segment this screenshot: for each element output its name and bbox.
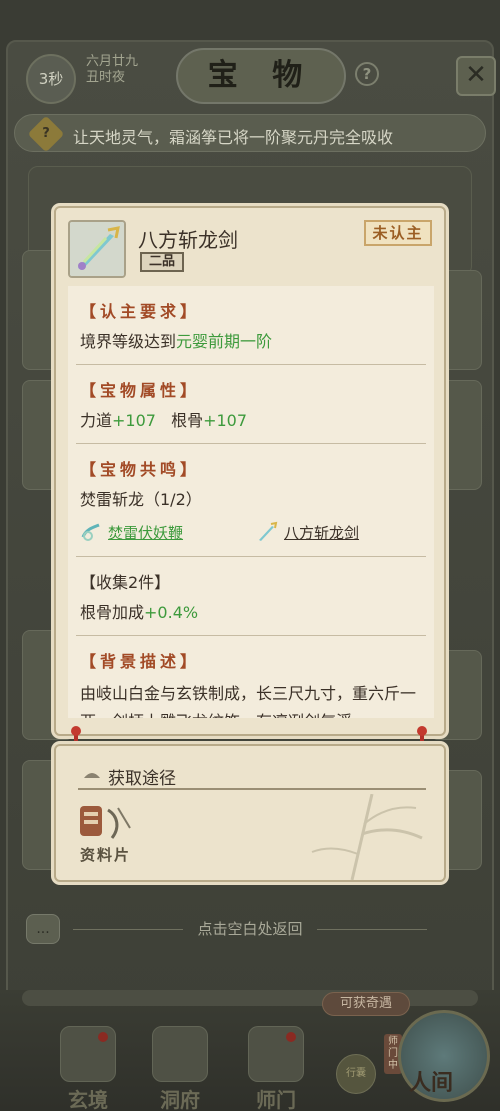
section-title: 【背景描述】 — [80, 652, 201, 671]
dongfu-icon — [152, 1026, 208, 1082]
divider — [78, 788, 426, 790]
attributes-section: 【宝物属性】 力道+107 根骨+107 — [76, 365, 426, 444]
requirement-line: 境界等级达到元婴前期一阶 — [80, 332, 273, 351]
bind-status-badge: 未认主 — [364, 220, 432, 246]
game-date: 六月廿九 丑时夜 — [86, 54, 138, 86]
section-title: 【宝物属性】 — [80, 381, 201, 400]
top-bar: 3秒 六月廿九 丑时夜 宝 物 ? ✕ — [8, 44, 496, 106]
set-pieces: 焚雷伏妖鞭 八方斩龙剑 — [80, 518, 422, 546]
nav-item-xuanjing[interactable]: 玄境 — [48, 1026, 128, 1111]
section-title: 【收集2件】 — [80, 573, 171, 592]
section-title: 【认主要求】 — [80, 302, 201, 321]
bottom-nav: 可获奇遇 玄境 洞府 师门 行囊 师门中 人间 — [0, 990, 500, 1111]
close-button[interactable]: ✕ — [456, 56, 496, 96]
set-piece-link[interactable]: 焚雷伏妖鞭 — [80, 521, 246, 543]
collection-bonus: 根骨加成+0.4% — [80, 603, 199, 622]
resonance-section: 【宝物共鸣】 焚雷斩龙（1/2） 焚雷伏妖鞭 八方斩龙剑 — [76, 444, 426, 557]
grade-badge: 二品 — [140, 252, 184, 272]
background-section: 【背景描述】 由岐山白金与玄铁制成，长三尺九寸，重六斤一两，剑柄上雕飞龙纹饰，有… — [76, 636, 426, 718]
obtain-pill[interactable]: 可获奇遇 — [322, 992, 410, 1016]
background-text: 由岐山白金与玄铁制成，长三尺九寸，重六斤一两，剑柄上雕飞龙纹饰，有凛冽剑气浮 — [80, 684, 417, 718]
scroll-icon — [84, 773, 100, 778]
notification-dot — [286, 1032, 296, 1042]
collection-section: 【收集2件】 根骨加成+0.4% — [76, 557, 426, 636]
bag-button[interactable]: 行囊 — [336, 1054, 376, 1094]
set-piece-link[interactable]: 八方斩龙剑 — [256, 521, 422, 543]
item-name: 八方斩龙剑 — [138, 228, 238, 252]
section-title: 【宝物共鸣】 — [80, 460, 201, 479]
nav-item-shimen[interactable]: 师门 — [236, 1026, 316, 1111]
date-line-1: 六月廿九 — [86, 54, 139, 69]
sword-icon — [259, 521, 278, 541]
source-title: 获取途径 — [108, 769, 176, 789]
treasure-detail-card: 八方斩龙剑 二品 未认主 【认主要求】 境界等级达到元婴前期一阶 【宝物属性】 … — [54, 206, 446, 736]
notice-banner: ? 让天地灵气，霜涵筝已将一阶聚元丹完全吸收 — [14, 114, 486, 153]
world-button[interactable]: 人间 — [398, 1010, 490, 1102]
bamboo-decoration — [311, 794, 423, 880]
notification-dot — [98, 1032, 108, 1042]
sword-icon — [68, 220, 126, 278]
back-hint[interactable]: 点击空白处返回 — [0, 918, 500, 939]
set-name: 焚雷斩龙（1/2） — [80, 490, 202, 509]
item-details-scroll[interactable]: 【认主要求】 境界等级达到元婴前期一阶 【宝物属性】 力道+107 根骨+107… — [68, 286, 434, 718]
notice-icon: ? — [27, 115, 65, 153]
attributes-line: 力道+107 根骨+107 — [80, 411, 248, 430]
requirement-section: 【认主要求】 境界等级达到元婴前期一阶 — [76, 286, 426, 365]
source-card: 获取途径 资料片 — [54, 744, 446, 882]
timer-badge: 3秒 — [26, 54, 76, 104]
page-title: 宝 物 — [176, 48, 346, 104]
nav-item-dongfu[interactable]: 洞府 — [140, 1026, 220, 1111]
source-item[interactable]: 资料片 — [78, 802, 138, 872]
source-item-label: 资料片 — [80, 846, 132, 864]
notice-text: 让天地灵气，霜涵筝已将一阶聚元丹完全吸收 — [73, 128, 394, 147]
date-line-2: 丑时夜 — [86, 70, 126, 85]
whip-icon — [81, 523, 100, 541]
help-icon[interactable]: ? — [355, 62, 379, 86]
